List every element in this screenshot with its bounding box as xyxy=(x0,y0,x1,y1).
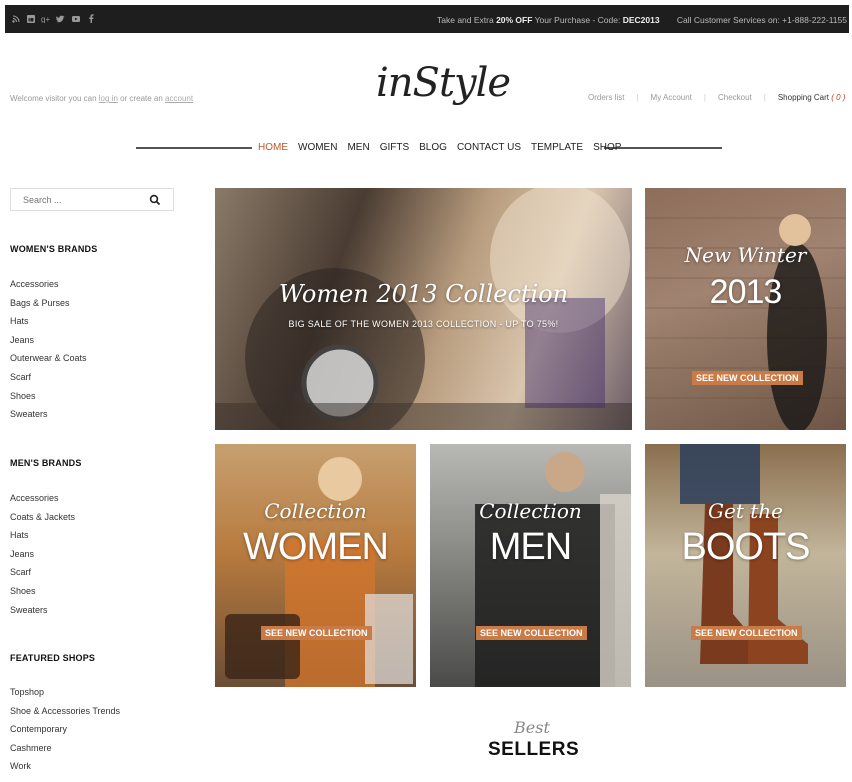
see-new-collection-button[interactable]: SEE NEW COLLECTION xyxy=(261,626,372,640)
nav-template[interactable]: TEMPLATE xyxy=(531,142,583,153)
nav-divider-right xyxy=(604,147,722,149)
welcome-message: Welcome visitor you can log in or create… xyxy=(10,94,194,103)
list-item[interactable]: Shoe & Accessories Trends xyxy=(10,702,120,721)
list-item[interactable]: Outerwear & Coats xyxy=(10,349,87,368)
orders-list-link[interactable]: Orders list xyxy=(588,93,624,102)
womens-brands-title: WOMEN'S BRANDS xyxy=(10,244,98,254)
main-banner-subtitle: BIG SALE OF THE WOMEN 2013 COLLECTION - … xyxy=(288,319,559,329)
winter-year: 2013 xyxy=(709,273,783,311)
nav-contact-us[interactable]: CONTACT US xyxy=(457,142,521,153)
list-item[interactable]: Work xyxy=(10,757,120,776)
list-item[interactable]: Accessories xyxy=(10,275,87,294)
boots-title: BOOTS xyxy=(681,526,810,568)
search-icon[interactable] xyxy=(149,194,161,206)
nav-gifts[interactable]: GIFTS xyxy=(380,142,409,153)
svg-text:g+: g+ xyxy=(41,15,50,23)
women-title: WOMEN xyxy=(243,526,389,568)
list-item[interactable]: Cashmere xyxy=(10,739,120,758)
nav-women[interactable]: WOMEN xyxy=(298,142,337,153)
new-winter-banner[interactable]: New Winter 2013 SEE NEW COLLECTION xyxy=(645,188,846,430)
nav-men[interactable]: MEN xyxy=(347,142,369,153)
see-new-collection-button[interactable]: SEE NEW COLLECTION xyxy=(691,626,802,640)
nav-shop[interactable]: SHOP xyxy=(593,142,621,153)
twitter-icon[interactable] xyxy=(56,14,65,23)
boots-banner[interactable]: Get the BOOTS SEE NEW COLLECTION xyxy=(645,444,846,687)
list-item[interactable]: Accessories xyxy=(10,489,75,508)
best-sellers-title: SELLERS xyxy=(488,739,580,760)
new-winter-heading: New Winter xyxy=(684,243,807,267)
facebook-icon[interactable] xyxy=(86,14,95,23)
login-link[interactable]: log in xyxy=(99,94,118,103)
main-banner-heading: Women 2013 Collection xyxy=(278,280,569,308)
featured-shops-list: Topshop Shoe & Accessories Trends Contem… xyxy=(10,683,120,776)
mens-brands-list: Accessories Coats & Jackets Hats Jeans S… xyxy=(10,489,75,619)
checkout-link[interactable]: Checkout xyxy=(718,93,752,102)
nav-divider-left xyxy=(136,147,252,149)
list-item[interactable]: Contemporary xyxy=(10,720,120,739)
main-banner-image xyxy=(215,188,632,430)
social-links: g+ xyxy=(11,14,95,23)
nav-home[interactable]: HOME xyxy=(258,142,288,153)
list-item[interactable]: Bags & Purses xyxy=(10,294,87,313)
nav-blog[interactable]: BLOG xyxy=(419,142,447,153)
shopping-cart-link[interactable]: Shopping Cart ( 0 ) xyxy=(778,93,846,102)
linkedin-icon[interactable] xyxy=(26,14,35,23)
mens-brands-title: MEN'S BRANDS xyxy=(10,458,82,468)
search-input[interactable] xyxy=(11,189,141,210)
men-collection-heading: Collection xyxy=(479,499,582,523)
google-plus-icon[interactable]: g+ xyxy=(41,14,50,23)
cart-count: ( 0 ) xyxy=(831,93,846,102)
best-sellers-script: Best xyxy=(514,718,550,737)
womens-brands-list: Accessories Bags & Purses Hats Jeans Out… xyxy=(10,275,87,424)
list-item[interactable]: Scarf xyxy=(10,563,75,582)
men-collection-banner[interactable]: Collection MEN SEE NEW COLLECTION xyxy=(430,444,631,687)
separator: | xyxy=(763,93,766,102)
men-title: MEN xyxy=(489,526,572,568)
list-item[interactable]: Sweaters xyxy=(10,405,87,424)
create-account-link[interactable]: account xyxy=(165,94,193,103)
list-item[interactable]: Sweaters xyxy=(10,601,75,620)
get-the-heading: Get the xyxy=(708,499,783,523)
youtube-icon[interactable] xyxy=(71,14,80,23)
rss-icon[interactable] xyxy=(11,14,20,23)
my-account-link[interactable]: My Account xyxy=(651,93,692,102)
see-new-collection-button[interactable]: SEE NEW COLLECTION xyxy=(476,626,587,640)
list-item[interactable]: Hats xyxy=(10,526,75,545)
list-item[interactable]: Coats & Jackets xyxy=(10,508,75,527)
search-box xyxy=(10,188,174,211)
separator: | xyxy=(703,93,706,102)
women-collection-banner[interactable]: Collection WOMEN SEE NEW COLLECTION xyxy=(215,444,416,687)
list-item[interactable]: Scarf xyxy=(10,368,87,387)
account-links: Orders list | My Account | Checkout | Sh… xyxy=(588,93,845,102)
women-collection-heading: Collection xyxy=(264,499,367,523)
list-item[interactable]: Jeans xyxy=(10,331,87,350)
list-item[interactable]: Shoes xyxy=(10,582,75,601)
list-item[interactable]: Hats xyxy=(10,312,87,331)
main-banner[interactable]: Women 2013 Collection BIG SALE OF THE WO… xyxy=(215,188,632,430)
main-nav: HOME WOMEN MEN GIFTS BLOG CONTACT US TEM… xyxy=(258,142,621,153)
promo-text: Take and Extra 20% OFF Your Purchase - C… xyxy=(437,15,660,25)
list-item[interactable]: Topshop xyxy=(10,683,120,702)
list-item[interactable]: Shoes xyxy=(10,387,87,406)
separator: | xyxy=(636,93,639,102)
featured-shops-title: FEATURED SHOPS xyxy=(10,653,96,663)
customer-service-phone: Call Customer Services on: +1-888-222-11… xyxy=(676,15,847,25)
site-logo[interactable]: inStyle xyxy=(376,60,511,106)
see-new-collection-button[interactable]: SEE NEW COLLECTION xyxy=(692,371,803,385)
top-bar: g+ Take and Extra 20% OFF Your Purchase … xyxy=(5,5,849,33)
list-item[interactable]: Jeans xyxy=(10,545,75,564)
